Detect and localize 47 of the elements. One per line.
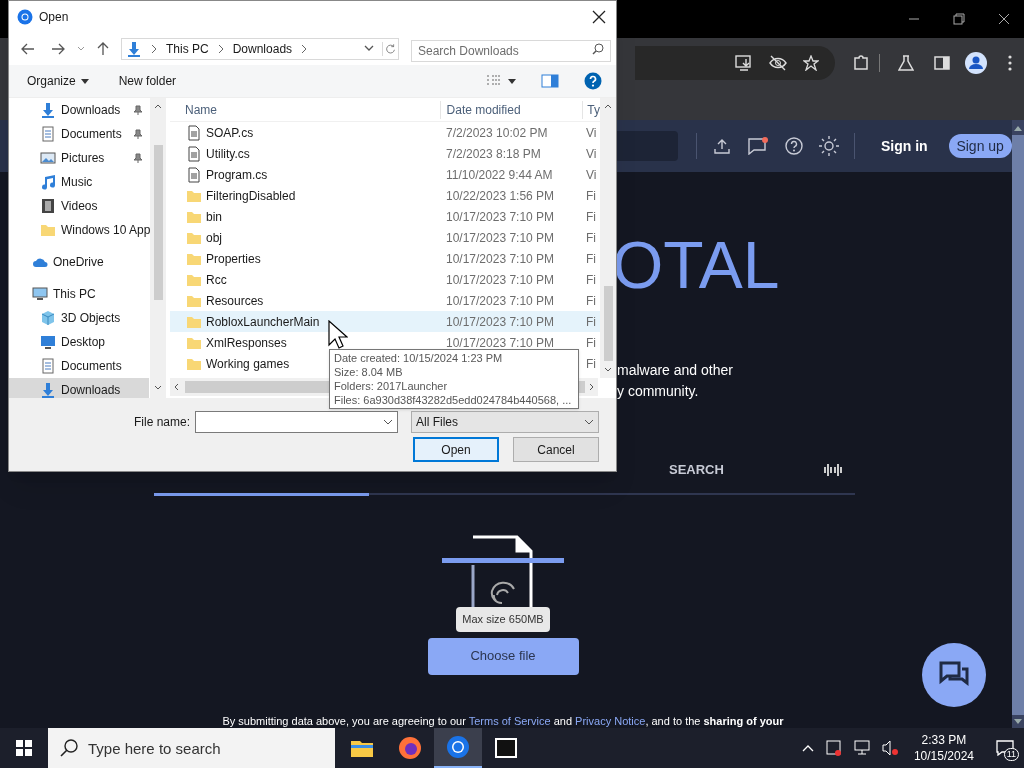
tooltip-line: Folders: 2017Launcher — [334, 380, 448, 392]
file-name: FilteringDisabled — [206, 188, 296, 203]
file-name: Properties — [206, 251, 261, 266]
file-name: Rcc — [206, 272, 227, 287]
description-text: malware and other — [617, 361, 734, 380]
file-name: RobloxLauncherMain — [206, 314, 320, 329]
notification-count: 11 — [1003, 748, 1019, 761]
file-date: 10/17/2023 7:10 PM — [446, 209, 555, 224]
dialog-title: Open — [39, 9, 69, 26]
file-date: 10/17/2023 7:10 PM — [446, 293, 555, 308]
max-size-hint: Max size 650MB — [456, 607, 550, 632]
file-type: Fi — [586, 355, 596, 373]
file-name: obj — [206, 230, 222, 245]
file-name-label: File name: — [133, 413, 190, 431]
file-type: Fi — [586, 250, 596, 268]
file-type: Fi — [586, 229, 596, 247]
file-name: Program.cs — [206, 167, 268, 182]
file-type: Fi — [586, 208, 596, 226]
file-date: 10/17/2023 7:10 PM — [446, 251, 555, 266]
file-type: Fi — [586, 334, 596, 352]
file-date: 11/10/2022 9:44 AM — [446, 167, 553, 182]
file-type: Fi — [586, 292, 596, 310]
file-date: 10/17/2023 7:10 PM — [446, 230, 555, 245]
file-name: Utility.cs — [206, 146, 250, 161]
file-type: Fi — [586, 187, 596, 205]
file-type: Vi — [586, 166, 597, 184]
file-type: Fi — [586, 271, 596, 289]
file-name: SOAP.cs — [206, 125, 254, 140]
file-type: Vi — [586, 124, 597, 142]
file-date: 10/17/2023 7:10 PM — [446, 314, 555, 329]
file-type: Vi — [586, 145, 597, 163]
file-type: Fi — [586, 313, 596, 331]
tooltip-line: Date created: 10/15/2024 1:23 PM — [334, 352, 503, 364]
file-date: 10/17/2023 7:10 PM — [446, 335, 555, 350]
file-date: 7/2/2023 10:02 PM — [446, 125, 548, 140]
file-date: 7/2/2023 8:18 PM — [446, 146, 541, 161]
tooltip-line: Size: 8.04 MB — [334, 366, 403, 378]
file-date: 10/17/2023 7:10 PM — [446, 272, 555, 287]
tooltip-line: Files: 6a930d38f43282d5edd024784b440568, ... — [334, 394, 572, 406]
description-text: y community. — [617, 382, 700, 401]
file-name: bin — [206, 209, 222, 224]
site-heading: OTAL — [612, 230, 781, 300]
file-name: XmlResponses — [206, 335, 287, 350]
file-name: Working games — [206, 356, 290, 371]
file-name: Resources — [206, 293, 264, 308]
file-date: 10/22/2023 1:56 PM — [446, 188, 555, 203]
consent-text: By submitting data above, you are agreeing to our Terms of Service and Privacy Notice, and to the sharing of your — [221, 713, 785, 729]
